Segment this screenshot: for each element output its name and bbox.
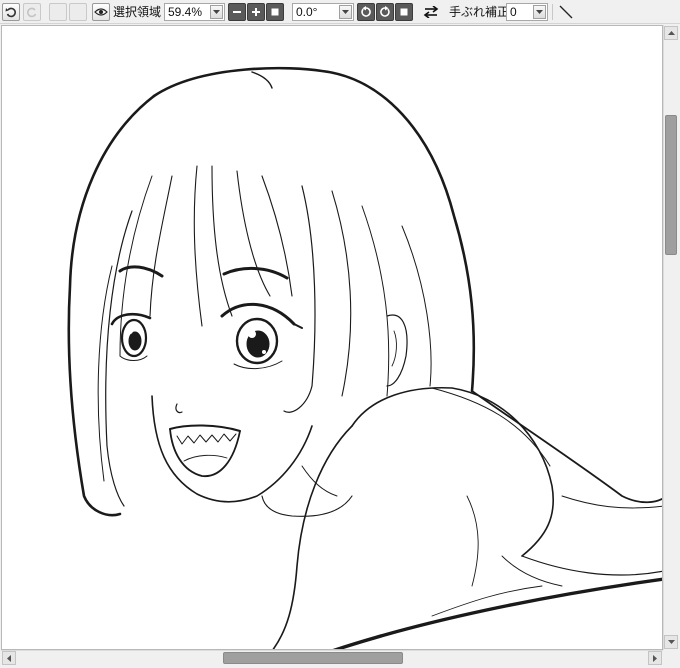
horizontal-scrollbar[interactable] [1, 650, 663, 666]
rotate-left-icon [361, 6, 371, 17]
plus-icon [252, 8, 260, 16]
undo-icon [5, 7, 16, 18]
scroll-up-button[interactable] [664, 26, 678, 40]
chevron-down-icon [536, 10, 543, 14]
scroll-down-button[interactable] [664, 635, 678, 649]
flip-horizontal-button[interactable] [422, 3, 440, 21]
disabled-button-2[interactable] [69, 3, 87, 21]
square-icon [400, 8, 408, 16]
zoom-dropdown-arrow[interactable] [210, 5, 223, 19]
square-icon [271, 8, 279, 16]
scroll-left-button[interactable] [2, 651, 16, 665]
chevron-down-icon [213, 10, 220, 14]
zoom-combo[interactable]: 59.4% [164, 3, 225, 21]
line-icon [559, 5, 573, 19]
toolbar: 選択領域 59.4% 0.0° 手ぶれ補正 0 [0, 0, 680, 24]
zoom-fit-button[interactable] [266, 3, 284, 21]
chevron-right-icon [653, 654, 657, 662]
zoom-in-button[interactable] [247, 3, 265, 21]
stabilizer-dropdown-arrow[interactable] [533, 5, 546, 19]
chevron-left-icon [7, 654, 11, 662]
rotation-combo[interactable]: 0.0° [292, 3, 354, 21]
scrollbar-corner [663, 650, 680, 668]
horizontal-scroll-thumb[interactable] [223, 652, 403, 664]
toolbar-separator [552, 4, 553, 20]
stabilizer-value: 0 [510, 5, 517, 19]
selection-visibility-button[interactable] [92, 3, 110, 21]
zoom-out-button[interactable] [228, 3, 246, 21]
undo-button[interactable] [2, 3, 20, 21]
selection-label: 選択領域 [113, 5, 162, 19]
rotation-dropdown-arrow[interactable] [339, 5, 352, 19]
redo-icon [27, 7, 37, 18]
vertical-scrollbar[interactable] [663, 25, 679, 650]
rotate-ccw-button[interactable] [357, 3, 375, 21]
rotate-right-icon [380, 6, 390, 17]
rotate-reset-button[interactable] [395, 3, 413, 21]
minus-icon [233, 11, 241, 13]
zoom-value: 59.4% [168, 5, 203, 19]
line-art-illustration [67, 66, 662, 649]
chevron-down-icon [342, 10, 349, 14]
rotate-cw-button[interactable] [376, 3, 394, 21]
chevron-up-icon [667, 31, 675, 35]
eye-icon [94, 8, 108, 16]
vertical-scroll-thumb[interactable] [665, 115, 677, 255]
drawing-canvas[interactable] [1, 25, 663, 650]
rotation-value: 0.0° [296, 5, 318, 19]
disabled-button-1[interactable] [49, 3, 67, 21]
chevron-down-icon [667, 640, 675, 644]
line-tool-button[interactable] [557, 3, 575, 21]
redo-button[interactable] [23, 3, 41, 21]
stabilizer-combo[interactable]: 0 [506, 3, 548, 21]
flip-horizontal-icon [423, 6, 439, 18]
stabilizer-label: 手ぶれ補正 [449, 5, 510, 19]
scroll-right-button[interactable] [648, 651, 662, 665]
